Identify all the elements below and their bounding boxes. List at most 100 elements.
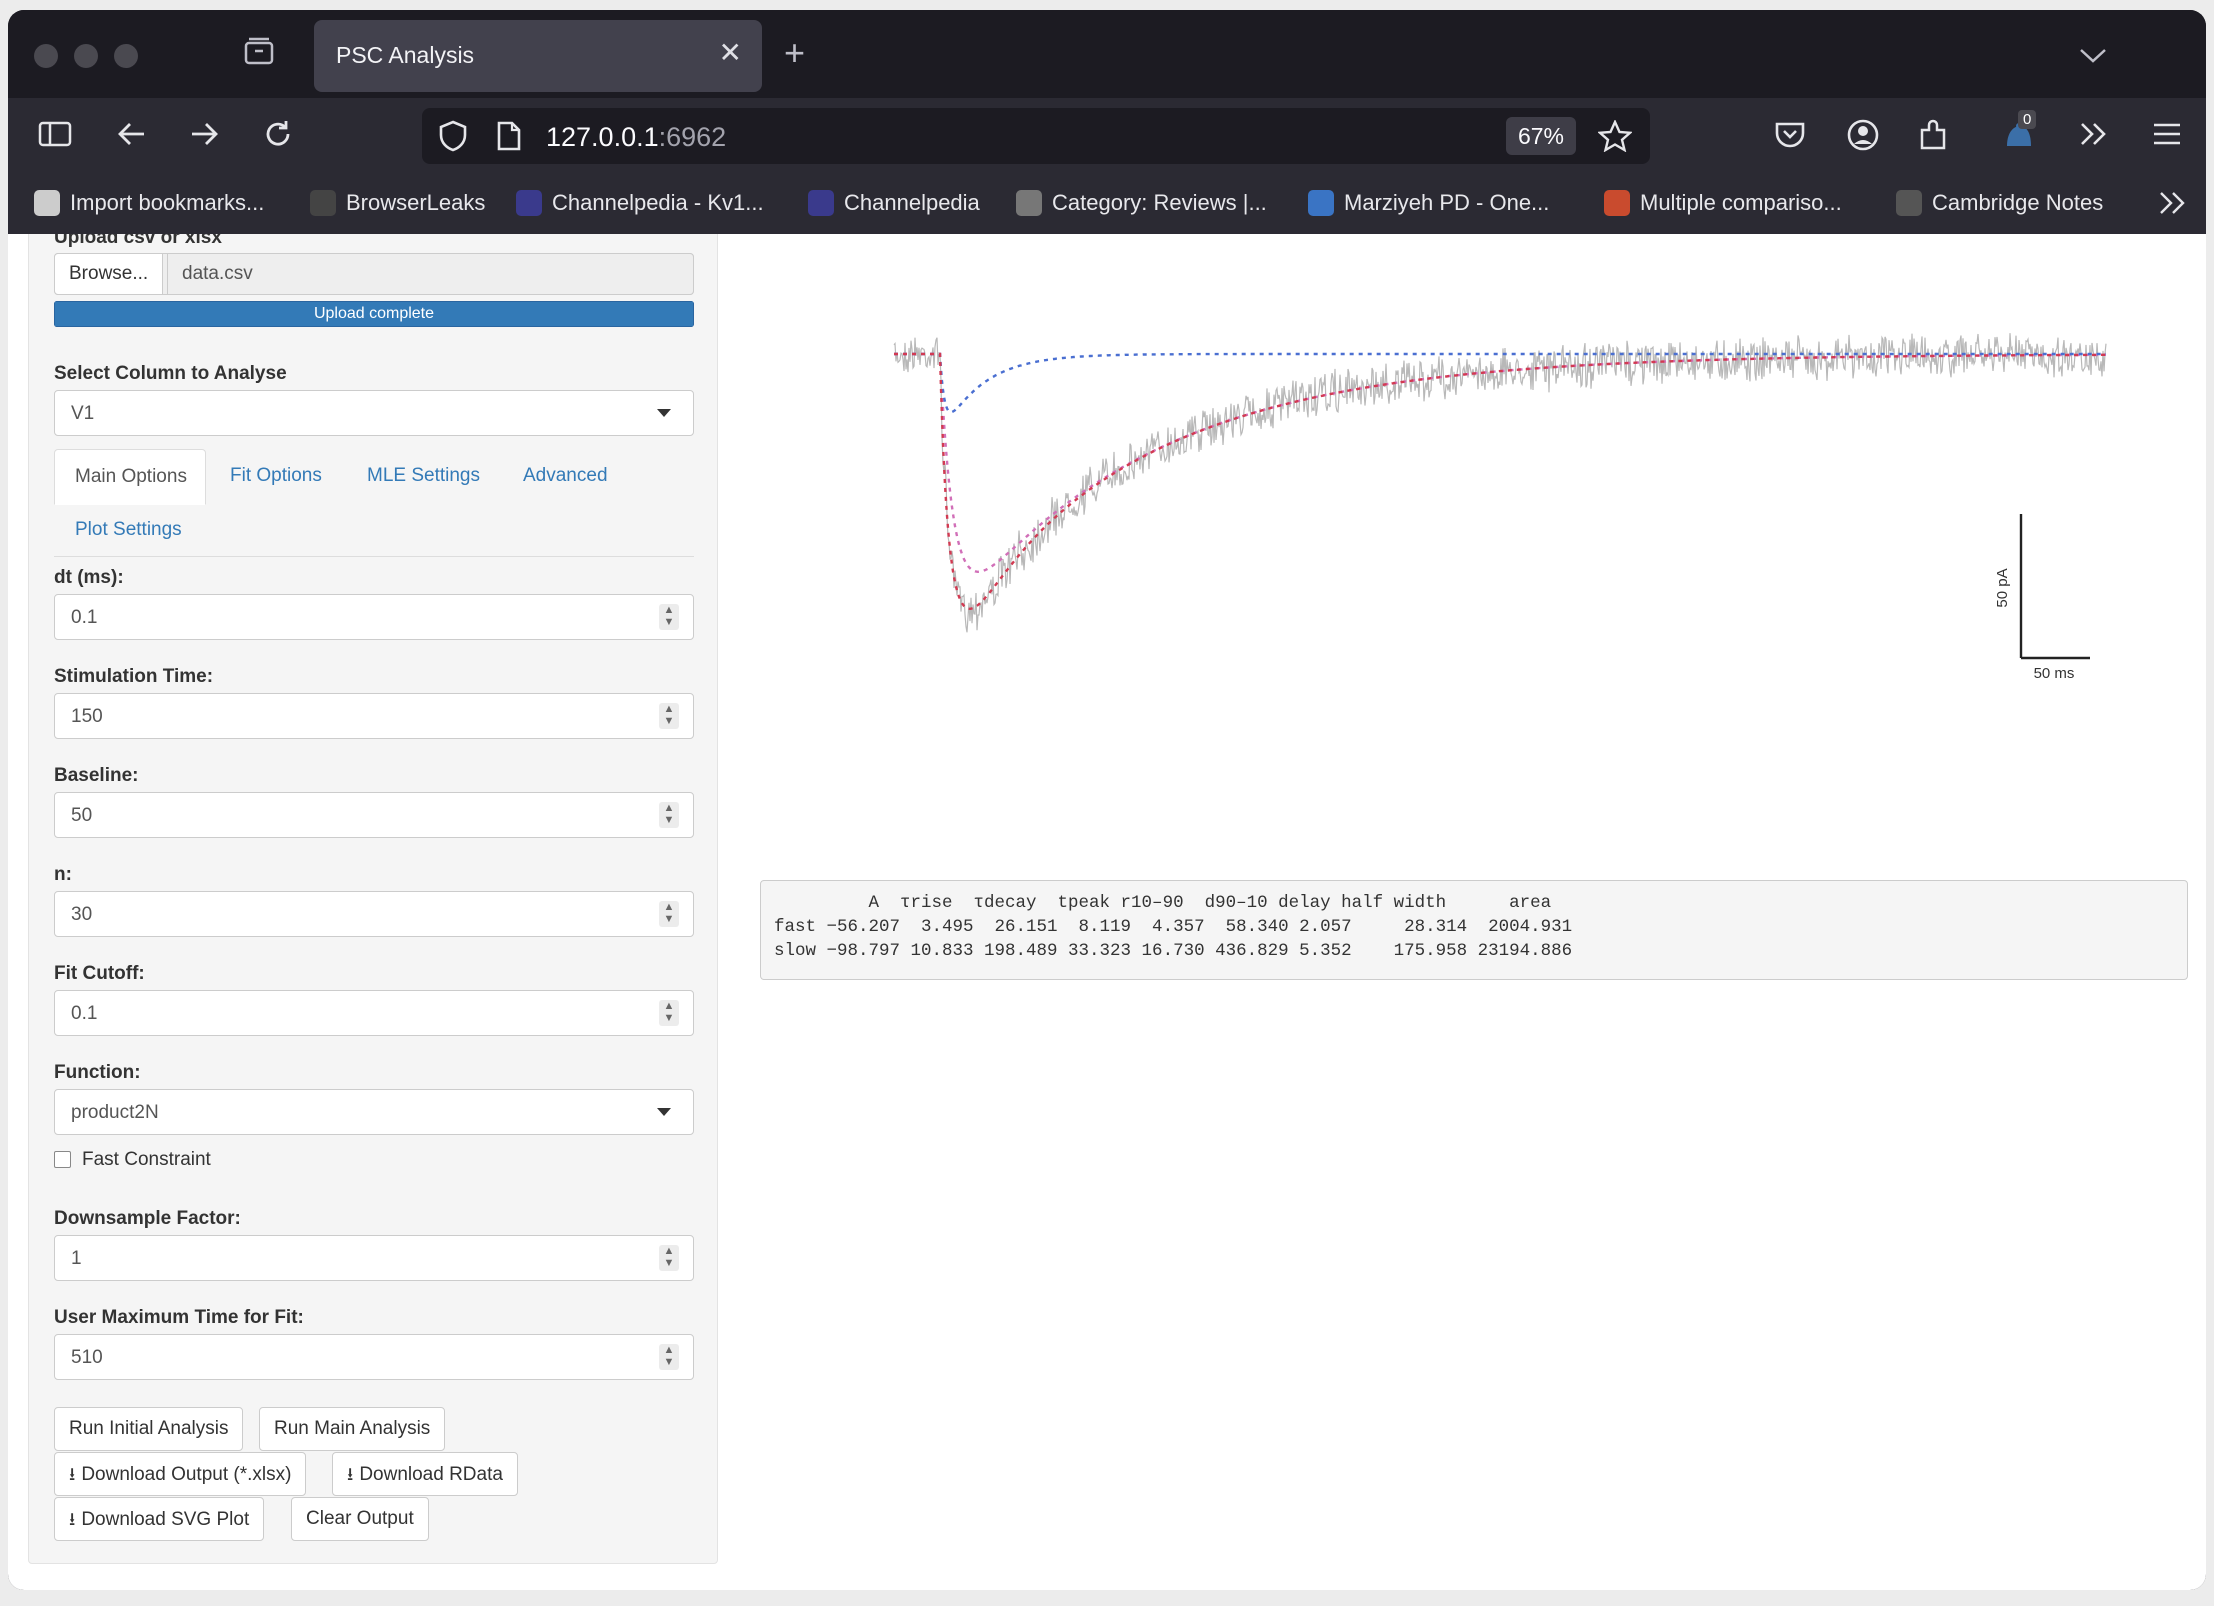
bookmark-item[interactable]: BrowserLeaks xyxy=(310,190,485,216)
dt-input[interactable]: 0.1 ▲ ▼ xyxy=(54,594,694,640)
zoom-level[interactable]: 67% xyxy=(1506,117,1576,155)
download-xlsx-button[interactable]: ⭳ Download Output (*.xlsx) xyxy=(54,1452,307,1496)
file-upload-group: Browse... data.csv xyxy=(54,253,694,295)
sum-fit xyxy=(894,352,2106,611)
tab-advanced[interactable]: Advanced xyxy=(523,465,608,487)
tab-mle-settings[interactable]: MLE Settings xyxy=(367,465,480,487)
shield-logo-icon xyxy=(1604,190,1630,216)
stimulation-time-label: Stimulation Time: xyxy=(54,666,214,687)
url-text[interactable]: 127.0.0.1:6962 xyxy=(546,122,726,153)
bookmark-label: Channelpedia xyxy=(844,190,980,215)
stepper-icon[interactable]: ▲ ▼ xyxy=(659,1344,679,1370)
stepper-icon[interactable]: ▲ ▼ xyxy=(659,1000,679,1026)
close-window-button[interactable] xyxy=(34,44,58,68)
max-time-value: 510 xyxy=(71,1347,103,1368)
bookmark-label: Cambridge Notes xyxy=(1932,190,2104,215)
chevron-down-icon xyxy=(657,409,671,417)
bookmark-label: Marziyeh PD - One... xyxy=(1344,190,1550,215)
psc-plot: 50 pA 50 ms xyxy=(893,333,2107,682)
fit-cutoff-input[interactable]: 0.1 ▲ ▼ xyxy=(54,990,694,1036)
reload-icon[interactable] xyxy=(262,118,294,155)
url-host: 127.0.0.1 xyxy=(546,122,659,152)
bookmark-item[interactable]: Import bookmarks... xyxy=(34,190,264,216)
upload-progress-fill: Upload complete xyxy=(54,301,694,327)
bookmark-item[interactable]: Channelpedia - Kv1... xyxy=(516,190,764,216)
extension-count-badge: 0 xyxy=(2018,110,2037,129)
download-icon: ⭳ xyxy=(347,1464,354,1484)
shield-icon[interactable] xyxy=(438,120,468,157)
scale-y-label: 50 pA xyxy=(1994,568,2011,607)
function-select[interactable]: product2N xyxy=(54,1089,694,1135)
page-content: Upload csv or xlsx Browse... data.csv Up… xyxy=(8,234,2206,1590)
more-tools-chevron-icon[interactable] xyxy=(2078,120,2112,153)
stimulation-time-input[interactable]: 150 ▲ ▼ xyxy=(54,693,694,739)
url-bar[interactable]: 127.0.0.1:6962 67% xyxy=(422,108,1650,164)
upload-label: Upload csv or xlsx xyxy=(54,234,222,248)
gear-logo-icon xyxy=(1896,190,1922,216)
download-svg-button[interactable]: ⭳ Download SVG Plot xyxy=(54,1497,265,1541)
tab-main-options[interactable]: Main Options xyxy=(54,449,206,505)
tab-psc-analysis[interactable]: PSC Analysis ✕ xyxy=(314,20,762,92)
stepper-icon[interactable]: ▲ ▼ xyxy=(659,703,679,729)
list-tabs-icon[interactable] xyxy=(2078,40,2108,74)
run-main-analysis-button[interactable]: Run Main Analysis xyxy=(259,1407,446,1451)
close-tab-icon[interactable]: ✕ xyxy=(719,36,742,69)
downsample-input[interactable]: 1 ▲ ▼ xyxy=(54,1235,694,1281)
n-value: 30 xyxy=(71,904,93,925)
results-row-fast: fast −56.207 3.495 26.151 8.119 4.357 58… xyxy=(774,917,1573,937)
bookmark-label: BrowserLeaks xyxy=(346,190,486,215)
bookmarks-toolbar: Import bookmarks... BrowserLeaks Channelpe… xyxy=(8,170,2206,234)
onedrive-icon xyxy=(1308,190,1334,216)
stepper-icon[interactable]: ▲ ▼ xyxy=(659,604,679,630)
bookmark-item[interactable]: Channelpedia xyxy=(808,190,980,216)
account-icon[interactable] xyxy=(1846,118,1880,157)
sidebar-toggle-icon[interactable] xyxy=(38,120,72,153)
bookmark-item[interactable]: Category: Reviews |... xyxy=(1016,190,1267,216)
back-arrow-icon[interactable] xyxy=(116,120,148,153)
max-time-input[interactable]: 510 ▲ ▼ xyxy=(54,1334,694,1380)
bookmark-label: Multiple compariso... xyxy=(1640,190,1842,215)
forward-arrow-icon[interactable] xyxy=(188,120,220,153)
pocket-icon[interactable] xyxy=(1774,120,1806,155)
function-value: product2N xyxy=(71,1102,159,1123)
page-info-icon[interactable] xyxy=(496,121,522,156)
maximize-window-button[interactable] xyxy=(114,44,138,68)
column-value: V1 xyxy=(71,403,95,424)
n-input[interactable]: 30 ▲ ▼ xyxy=(54,891,694,937)
bookmark-item[interactable]: Cambridge Notes xyxy=(1896,190,2103,216)
stimulation-time-value: 150 xyxy=(71,706,103,727)
new-tab-icon[interactable]: + xyxy=(784,32,805,74)
run-initial-analysis-button[interactable]: Run Initial Analysis xyxy=(54,1407,244,1451)
extensions-icon[interactable] xyxy=(1918,118,1950,157)
download-rdata-button[interactable]: ⭳ Download RData xyxy=(332,1452,518,1496)
upload-progress-bar: Upload complete xyxy=(54,301,694,327)
dt-label: dt (ms): xyxy=(54,567,124,588)
bookmark-item[interactable]: Multiple compariso... xyxy=(1604,190,1842,216)
stepper-icon[interactable]: ▲ ▼ xyxy=(659,802,679,828)
download-icon: ⭳ xyxy=(69,1509,76,1529)
menu-icon[interactable] xyxy=(2152,122,2182,151)
more-bookmarks-chevron-icon[interactable] xyxy=(2158,190,2188,216)
tab-plot-settings[interactable]: Plot Settings xyxy=(75,519,182,541)
chevron-down-icon xyxy=(657,1108,671,1116)
fast-constraint-label: Fast Constraint xyxy=(82,1149,211,1170)
extension-badge-icon[interactable]: 0 xyxy=(2002,110,2037,157)
bookmark-label: Channelpedia - Kv1... xyxy=(552,190,764,215)
baseline-input[interactable]: 50 ▲ ▼ xyxy=(54,792,694,838)
tab-fit-options[interactable]: Fit Options xyxy=(230,465,322,487)
minimize-window-button[interactable] xyxy=(74,44,98,68)
bookmark-item[interactable]: Marziyeh PD - One... xyxy=(1308,190,1549,216)
browse-button[interactable]: Browse... xyxy=(54,253,164,295)
browser-window: PSC Analysis ✕ + 127.0.0.1:6962 67% 0 Im… xyxy=(8,10,2206,1590)
upload-status: Upload complete xyxy=(313,305,435,322)
bookmark-star-icon[interactable] xyxy=(1597,119,1633,157)
fast-constraint-checkbox[interactable] xyxy=(54,1151,71,1168)
tab-title: PSC Analysis xyxy=(336,42,475,68)
column-select[interactable]: V1 xyxy=(54,390,694,436)
column-label: Select Column to Analyse xyxy=(54,363,287,384)
stepper-icon[interactable]: ▲ ▼ xyxy=(659,1245,679,1271)
stepper-icon[interactable]: ▲ ▼ xyxy=(659,901,679,927)
url-port: :6962 xyxy=(658,122,727,152)
tab-overview-icon[interactable] xyxy=(242,34,276,76)
clear-output-button[interactable]: Clear Output xyxy=(291,1497,429,1541)
